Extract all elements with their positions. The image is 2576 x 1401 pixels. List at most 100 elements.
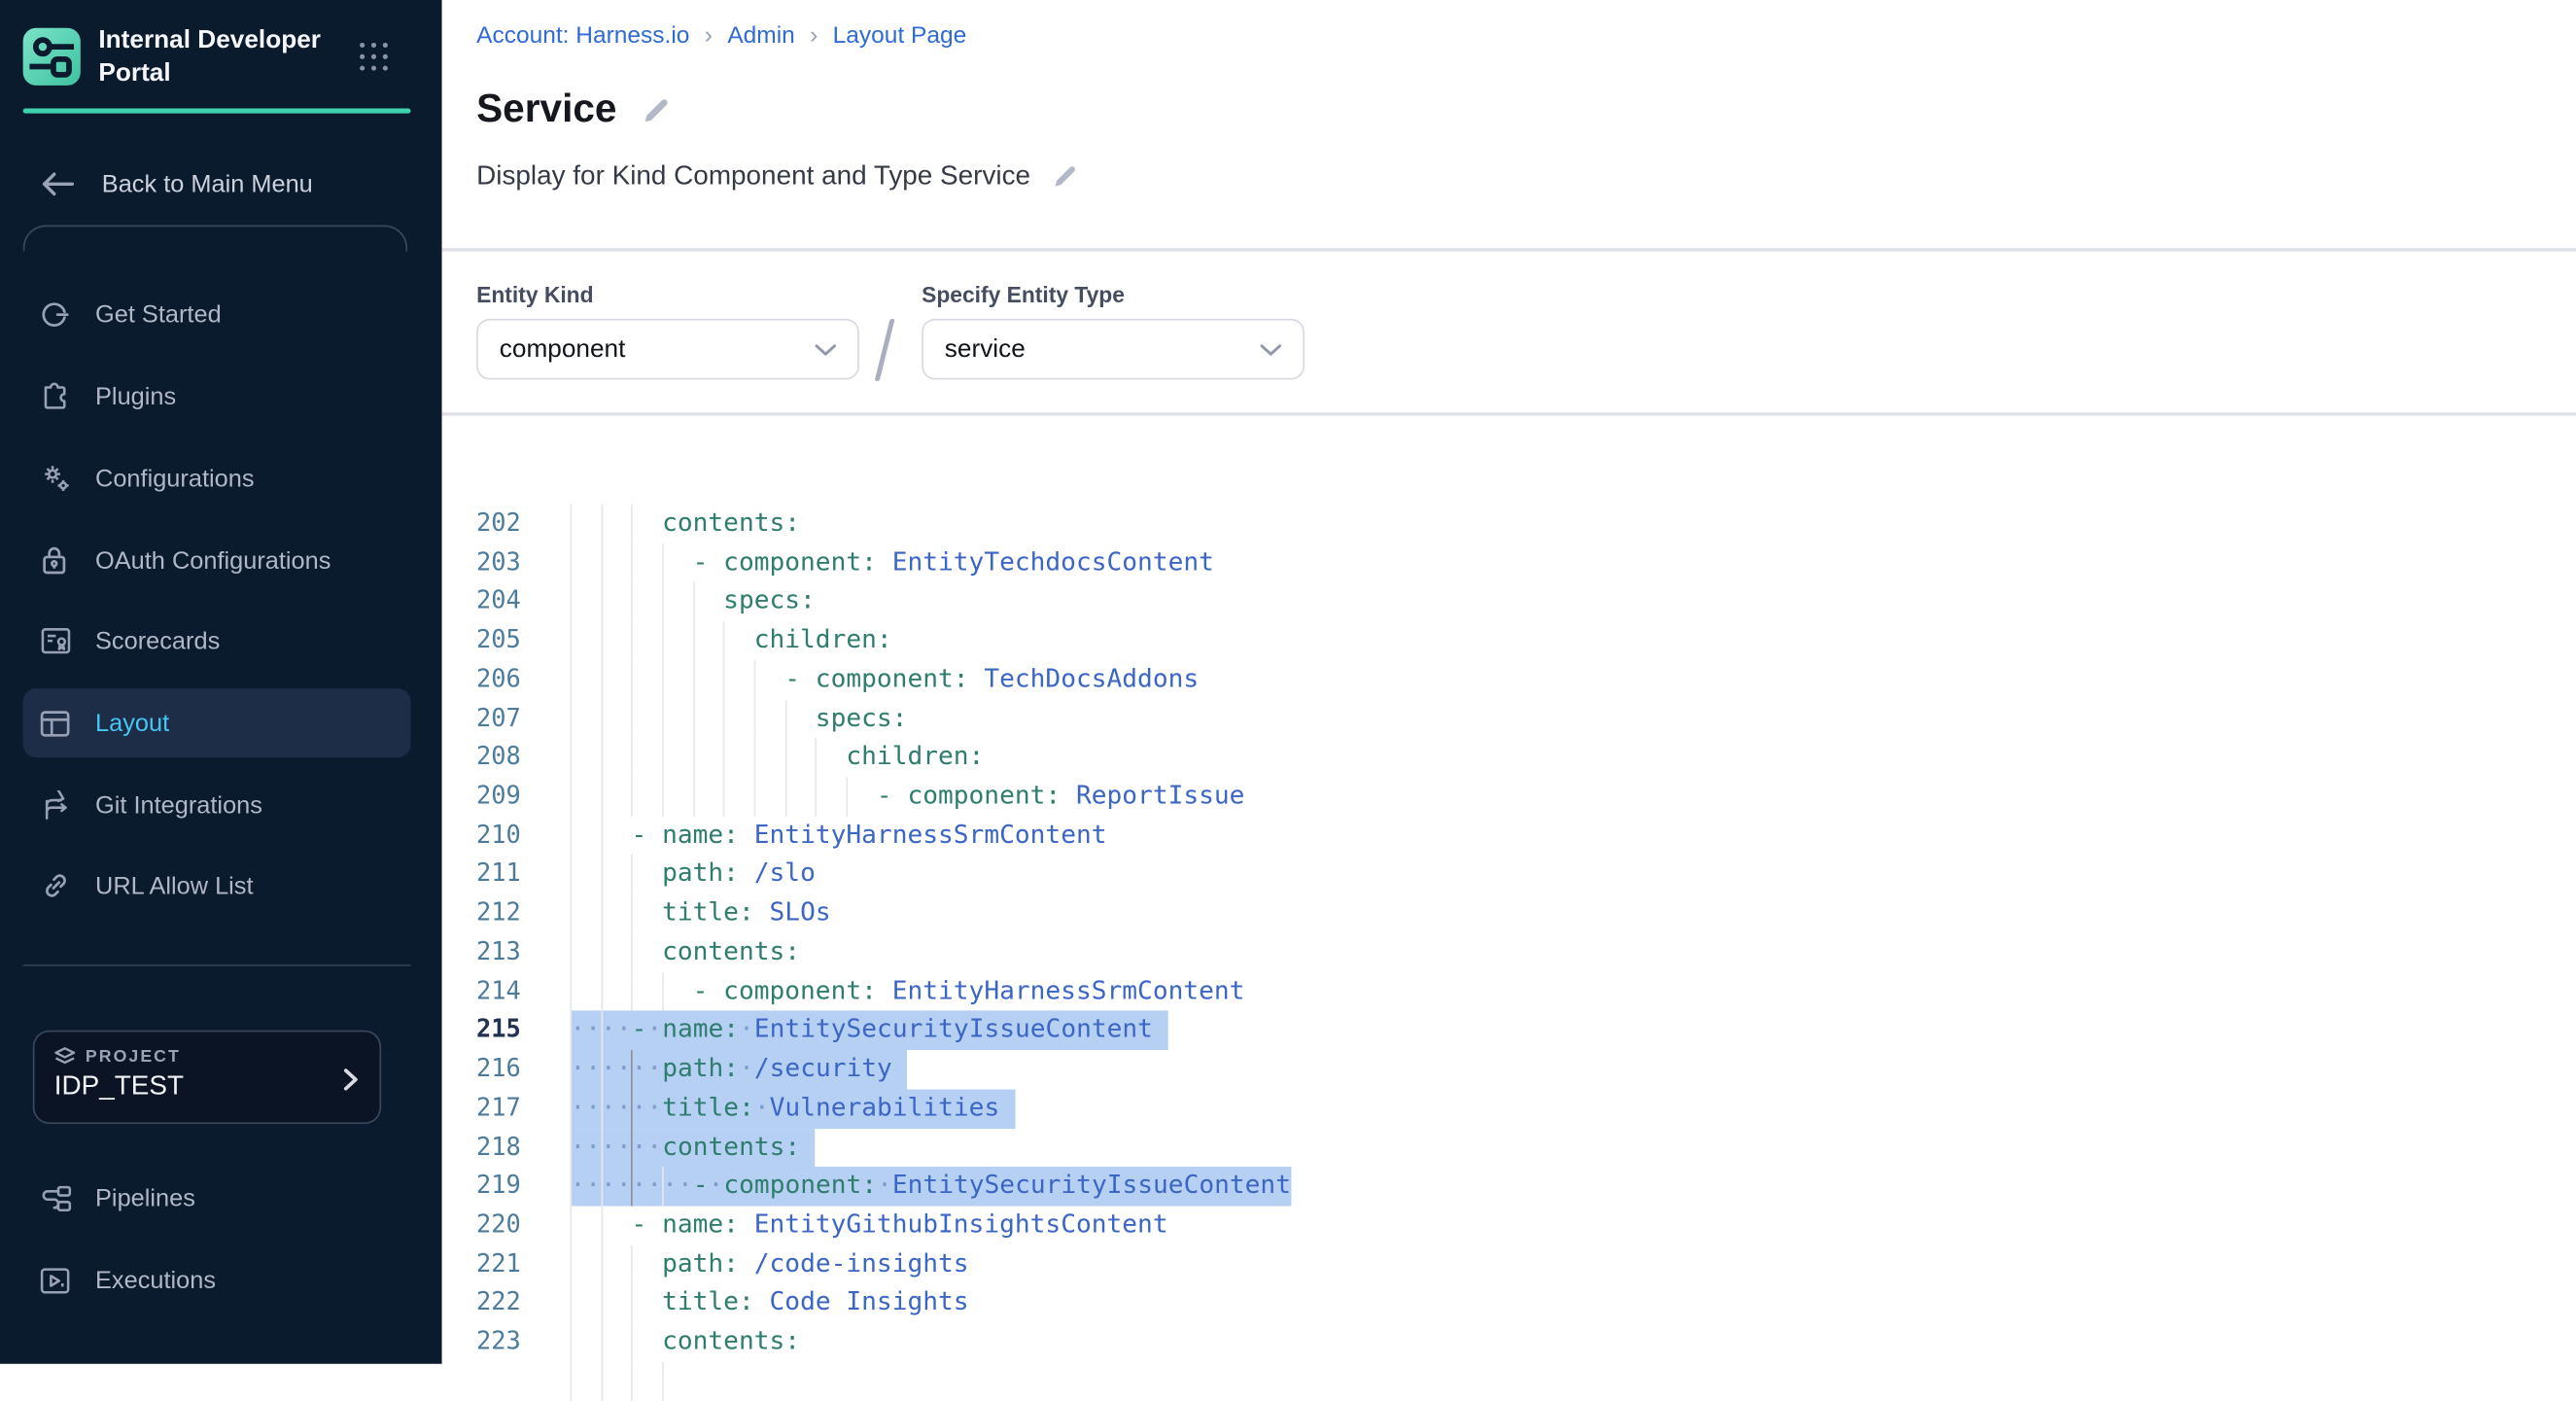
- layers-icon: [54, 1047, 76, 1067]
- entity-kind-dropdown[interactable]: component: [476, 319, 859, 380]
- back-to-main-menu-button[interactable]: Back to Main Menu: [23, 150, 411, 219]
- code-line-204[interactable]: 204 specs:: [442, 582, 2576, 621]
- code-line-216[interactable]: 216······path:·/security: [442, 1050, 2576, 1089]
- link-icon: [40, 869, 83, 902]
- breadcrumb-separator: ›: [705, 21, 713, 50]
- line-number: 208: [442, 738, 521, 777]
- sidebar-item-git-integrations[interactable]: Git Integrations: [23, 771, 411, 840]
- code-line-215[interactable]: 215····-·name:·EntitySecurityIssueConten…: [442, 1011, 2576, 1050]
- breadcrumb-link[interactable]: Admin: [727, 22, 794, 49]
- divider: [442, 412, 2576, 415]
- code-line-207[interactable]: 207 specs:: [442, 699, 2576, 738]
- accent-divider: [23, 109, 411, 114]
- entity-type-value: service: [945, 334, 1026, 364]
- line-number: 204: [442, 582, 521, 621]
- yaml-editor[interactable]: 202 contents:203 - component: EntityTech…: [442, 505, 2576, 1401]
- entity-type-dropdown[interactable]: service: [922, 319, 1305, 380]
- plugins-icon: [40, 379, 83, 412]
- line-number: 202: [442, 505, 521, 543]
- line-number: 212: [442, 894, 521, 933]
- line-number: 205: [442, 621, 521, 660]
- line-number: 216: [442, 1050, 521, 1089]
- breadcrumb-link[interactable]: Account: Harness.io: [476, 22, 689, 49]
- line-number: 207: [442, 699, 521, 738]
- line-number: 222: [442, 1284, 521, 1323]
- sidebar-item-plugins[interactable]: Plugins: [23, 362, 411, 431]
- line-number: 210: [442, 817, 521, 856]
- code-line-partial: [442, 1362, 2576, 1401]
- breadcrumb-separator: ›: [810, 21, 818, 50]
- code-line-208[interactable]: 208 children:: [442, 738, 2576, 777]
- sidebar-item-url-allow-list[interactable]: URL Allow List: [23, 851, 411, 920]
- code-line-214[interactable]: 214 - component: EntityHarnessSrmContent: [442, 972, 2576, 1011]
- line-number: 218: [442, 1128, 521, 1167]
- sidebar-item-configurations[interactable]: Configurations: [23, 443, 411, 512]
- app-grid-icon[interactable]: [360, 43, 389, 72]
- scorecards-icon: [40, 624, 83, 657]
- sidebar-item-get-started[interactable]: Get Started: [23, 279, 411, 348]
- executions-icon: [40, 1264, 83, 1297]
- sidebar-item-label: Get Started: [95, 299, 222, 328]
- entity-kind-label: Entity Kind: [476, 283, 593, 307]
- project-name: IDP_TEST: [54, 1071, 360, 1103]
- sidebar-item-label: Configurations: [95, 464, 254, 492]
- sidebar-item-label: Layout: [95, 709, 169, 737]
- line-number: 211: [442, 856, 521, 894]
- slash-divider: [875, 319, 895, 381]
- code-line-212[interactable]: 212 title: SLOs: [442, 894, 2576, 933]
- project-selector[interactable]: PROJECT IDP_TEST: [33, 1031, 381, 1124]
- git-branch-icon: [40, 788, 83, 822]
- code-line-223[interactable]: 223 contents:: [442, 1323, 2576, 1362]
- project-label: PROJECT: [86, 1047, 181, 1067]
- app-title: Internal Developer Portal: [98, 24, 348, 88]
- sidebar-item-layout[interactable]: Layout: [23, 688, 411, 757]
- code-line-213[interactable]: 213 contents:: [442, 933, 2576, 972]
- code-line-220[interactable]: 220 - name: EntityGithubInsightsContent: [442, 1206, 2576, 1244]
- code-line-205[interactable]: 205 children:: [442, 621, 2576, 660]
- chevron-down-icon: [1260, 342, 1281, 356]
- sidebar: Internal Developer Portal Back to Main M…: [0, 0, 442, 1364]
- get-started-icon: [40, 298, 83, 331]
- sidebar-item-oauth-configurations[interactable]: OAuth Configurations: [23, 526, 411, 595]
- line-number: 220: [442, 1206, 521, 1244]
- code-line-210[interactable]: 210 - name: EntityHarnessSrmContent: [442, 817, 2576, 856]
- line-number: 223: [442, 1323, 521, 1362]
- edit-subtitle-pencil-icon[interactable]: [1052, 164, 1076, 189]
- divider: [442, 248, 2576, 251]
- page-subtitle: Display for Kind Component and Type Serv…: [476, 161, 1030, 193]
- code-line-222[interactable]: 222 title: Code Insights: [442, 1284, 2576, 1323]
- layout-icon: [40, 707, 83, 740]
- code-line-209[interactable]: 209 - component: ReportIssue: [442, 777, 2576, 816]
- sidebar-item-pipelines[interactable]: Pipelines: [23, 1164, 411, 1233]
- main-content: Account: Harness.io › Admin › Layout Page Se…: [442, 0, 2576, 1364]
- line-number: 203: [442, 543, 521, 582]
- breadcrumb-link[interactable]: Layout Page: [833, 22, 967, 49]
- code-line-206[interactable]: 206 - component: TechDocsAddons: [442, 660, 2576, 699]
- code-line-218[interactable]: 218······contents:: [442, 1128, 2576, 1167]
- line-number: 214: [442, 972, 521, 1011]
- sidebar-item-label: Git Integrations: [95, 791, 262, 820]
- code-line-202[interactable]: 202 contents:: [442, 505, 2576, 543]
- code-line-203[interactable]: 203 - component: EntityTechdocsContent: [442, 543, 2576, 582]
- line-number: 215: [442, 1011, 521, 1050]
- sidebar-item-label: Executions: [95, 1266, 216, 1294]
- sidebar-item-scorecards[interactable]: Scorecards: [23, 607, 411, 676]
- line-number: 219: [442, 1167, 521, 1206]
- sidebar-item-label: OAuth Configurations: [95, 546, 331, 575]
- line-number: 213: [442, 933, 521, 972]
- sidebar-item-label: Pipelines: [95, 1184, 195, 1212]
- edit-title-pencil-icon[interactable]: [642, 96, 670, 124]
- arrow-left-icon: [40, 171, 76, 197]
- breadcrumb: Account: Harness.io › Admin › Layout Page: [476, 21, 966, 50]
- chevron-right-icon: [343, 1068, 358, 1100]
- oauth-lock-icon: [40, 543, 83, 577]
- sidebar-item-executions[interactable]: Executions: [23, 1245, 411, 1314]
- harness-idp-logo-icon: [23, 28, 81, 86]
- code-line-217[interactable]: 217······title:·Vulnerabilities: [442, 1089, 2576, 1128]
- code-line-219[interactable]: 219········-·component:·EntitySecurityIs…: [442, 1167, 2576, 1206]
- code-line-211[interactable]: 211 path: /slo: [442, 856, 2576, 894]
- page-title: Service: [476, 88, 616, 133]
- chevron-down-icon: [815, 342, 836, 356]
- code-line-221[interactable]: 221 path: /code-insights: [442, 1245, 2576, 1284]
- entity-type-label: Specify Entity Type: [922, 283, 1125, 307]
